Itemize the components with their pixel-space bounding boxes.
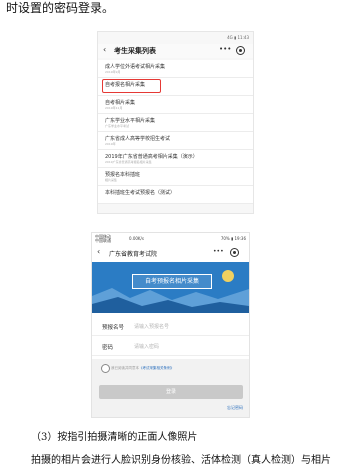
chevron-left-icon[interactable]: ‹	[97, 247, 100, 256]
list-item-title: 本科插班生考试预报名（测试）	[105, 190, 176, 196]
document-text-intro: 时设置的密码登录。	[6, 1, 115, 15]
list-item[interactable]: 广东省成人高等学校招生考试 2019年	[98, 132, 253, 150]
status-bar: 4G ▮ 11:43	[98, 32, 253, 42]
carrier-2: 中国联通	[95, 238, 111, 243]
list-item-title: 广东学业水平相片采集	[105, 118, 156, 124]
list-item[interactable]: 自考相片采集 2019年11月	[98, 96, 253, 114]
list-item[interactable]: 2019年广东省普通高考相片采集（演示） 2019广东省普通高考报名相片采集	[98, 150, 253, 168]
field-label: 密码	[102, 345, 114, 351]
screenshot-collection-list: 4G ▮ 11:43 ‹ 考生采集列表 ••• 成人学位外语考试相片采集 201…	[97, 31, 254, 214]
screenshot-login-page: 中国移动 中国联通 0.00K/s 70% ▮ 19:36 ‹ 广东省教育考试院…	[91, 232, 250, 418]
list-item[interactable]: 成人学位外语考试相片采集 2019年9月	[98, 60, 253, 78]
target-icon[interactable]	[236, 46, 245, 55]
list-item-title: 自考相片采集	[105, 100, 136, 106]
page-title: 考生采集列表	[114, 47, 156, 55]
list-item-title: 广东省成人高等学校招生考试	[105, 136, 171, 142]
list-item-subtitle: 广东学业水平考试	[105, 124, 130, 128]
forgot-password-link[interactable]: 忘记密码	[227, 405, 243, 411]
network-speed: 0.00K/s	[129, 236, 144, 241]
highlight-box	[102, 79, 161, 93]
login-button[interactable]: 登录	[99, 385, 243, 399]
password-input[interactable]	[134, 341, 234, 352]
paragraph-text: 拍摄的相片会进行人脸识别身份核验、活体检测（真人检测）与相片	[31, 455, 331, 466]
list-item-subtitle: 相片采集	[105, 178, 118, 182]
nav-bar: ‹ 广东省教育考试院 •••	[92, 246, 249, 260]
form-row: 预报名号	[92, 319, 249, 336]
list-item[interactable]: 预报名本科插班 相片采集	[98, 168, 253, 186]
form-row: 密码	[92, 339, 249, 356]
more-icon[interactable]: •••	[219, 45, 231, 53]
target-icon[interactable]	[230, 248, 239, 257]
list-item-subtitle: 2019广东省普通高考报名相片采集	[105, 160, 152, 164]
agreement-prefix: 我已阅读并同意本	[111, 366, 139, 370]
status-indicators: 4G ▮ 11:43	[227, 35, 249, 40]
field-label: 预报名号	[102, 325, 125, 331]
agreement-link[interactable]: 《考试采集相关条例》	[139, 366, 174, 370]
agree-radio[interactable]	[101, 364, 110, 373]
list-item[interactable]: 广东学业水平相片采集 广东学业水平考试	[98, 114, 253, 132]
page-title: 广东省教育考试院	[109, 251, 158, 258]
carrier-labels: 中国移动 中国联通	[95, 235, 111, 243]
agreement-text: 我已阅读并同意本《考试采集相关条例》	[111, 366, 174, 371]
status-bar: 中国移动 中国联通 0.00K/s 70% ▮ 19:36	[92, 233, 249, 244]
list-item-subtitle: 2019年	[105, 142, 116, 146]
list-item-title: 预报名本科插班	[105, 172, 141, 178]
banner-title: 自考预报名相片采集	[132, 274, 212, 289]
chevron-left-icon[interactable]: ‹	[103, 45, 106, 54]
more-icon[interactable]: •••	[213, 248, 224, 255]
nav-bar: ‹ 考生采集列表 •••	[98, 44, 253, 58]
list-item[interactable]: 本科插班生考试预报名（测试）	[98, 186, 253, 204]
list-item-subtitle: 2019年9月	[105, 70, 121, 74]
status-indicators: 70% ▮ 19:36	[220, 236, 246, 241]
list-item-subtitle: 2019年11月	[105, 106, 123, 110]
section-heading: （3）按指引拍摄清晰的正面人像照片	[31, 432, 198, 443]
list-item-title: 2019年广东省普通高考相片采集（演示）	[105, 154, 198, 160]
registration-number-input[interactable]	[134, 321, 234, 332]
header-banner: 自考预报名相片采集	[92, 262, 249, 313]
list-item-title: 成人学位外语考试相片采集	[105, 64, 166, 70]
